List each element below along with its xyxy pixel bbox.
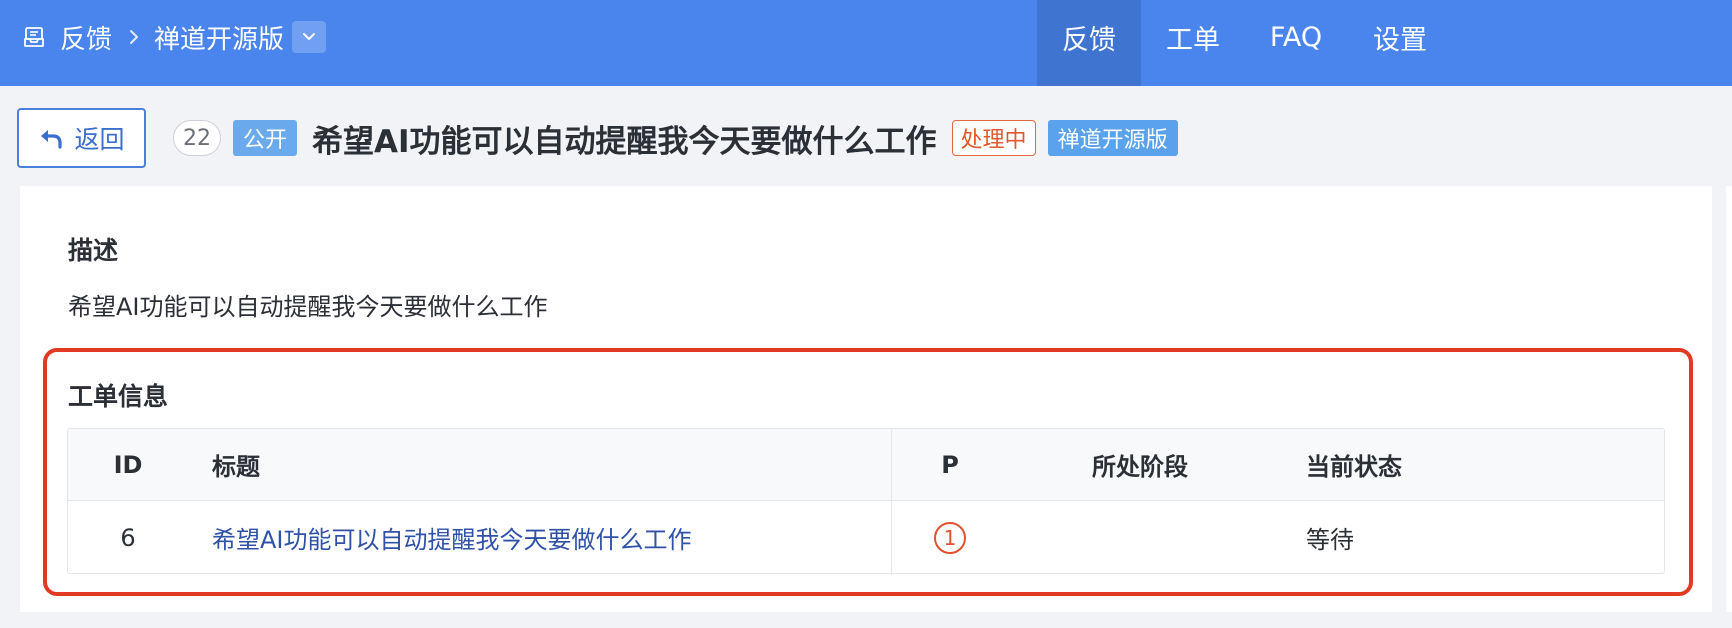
page-title: 希望AI功能可以自动提醒我今天要做什么工作 bbox=[312, 123, 937, 160]
product-badge: 禅道开源版 bbox=[1047, 120, 1178, 156]
undo-arrow-icon bbox=[38, 127, 64, 149]
feedback-inbox-icon bbox=[22, 25, 46, 49]
nav-settings[interactable]: 设置 bbox=[1347, 0, 1453, 86]
back-button-label: 返回 bbox=[74, 125, 125, 154]
feedback-id-badge: 22 bbox=[173, 120, 221, 156]
top-navbar: 反馈 禅道开源版 反馈 工单 FAQ 设置 bbox=[0, 0, 1732, 86]
breadcrumb-root[interactable]: 反馈 bbox=[60, 19, 112, 56]
back-button[interactable]: 返回 bbox=[17, 108, 146, 168]
chevron-down-icon[interactable] bbox=[292, 21, 327, 53]
status-badge: 处理中 bbox=[951, 120, 1036, 156]
feedback-title-row: 22 公开 希望AI功能可以自动提醒我今天要做什么工作 处理中 禅道开源版 bbox=[173, 118, 1178, 160]
visibility-badge: 公开 bbox=[233, 120, 298, 156]
chevron-right-icon bbox=[128, 28, 140, 46]
highlight-annotation-box bbox=[43, 348, 1693, 596]
product-switcher-label[interactable]: 禅道开源版 bbox=[154, 19, 284, 56]
nav-faq[interactable]: FAQ bbox=[1245, 0, 1347, 86]
breadcrumb: 反馈 禅道开源版 bbox=[22, 0, 327, 74]
main-nav: 反馈 工单 FAQ 设置 bbox=[1037, 0, 1453, 86]
side-panel-edge bbox=[1726, 186, 1732, 612]
description-heading: 描述 bbox=[68, 236, 119, 265]
nav-ticket[interactable]: 工单 bbox=[1141, 0, 1245, 86]
nav-feedback[interactable]: 反馈 bbox=[1037, 0, 1141, 86]
description-text: 希望AI功能可以自动提醒我今天要做什么工作 bbox=[68, 293, 548, 321]
